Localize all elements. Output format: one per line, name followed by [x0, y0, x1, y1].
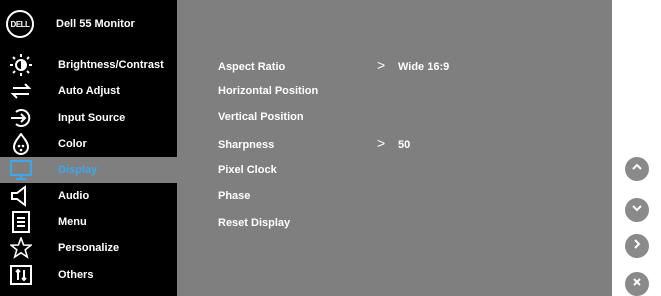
sidebar-item-label: Input Source	[58, 112, 126, 124]
chevron-down-icon	[631, 201, 643, 219]
chevron-up-icon	[631, 160, 643, 178]
option-phase[interactable]: Phase	[218, 190, 250, 202]
aspect-ratio-value: Wide 16:9	[398, 61, 450, 73]
sidebar-item-menu[interactable]: Menu	[0, 209, 177, 235]
sidebar-item-others[interactable]: Others	[0, 262, 177, 288]
option-sharpness[interactable]: Sharpness	[218, 139, 274, 151]
speaker-icon	[10, 185, 32, 207]
sharpness-value: 50	[398, 139, 411, 151]
chevron-right-icon	[631, 237, 643, 255]
brightness-icon	[10, 54, 32, 76]
sidebar-item-label: Display	[58, 164, 98, 176]
option-pixel-clock[interactable]: Pixel Clock	[218, 164, 277, 176]
sidebar-item-label: Brightness/Contrast	[58, 59, 164, 71]
auto-adjust-icon	[10, 80, 32, 102]
sidebar-item-brightness-contrast[interactable]: Brightness/Contrast	[0, 52, 177, 78]
option-reset-display[interactable]: Reset Display	[218, 217, 290, 229]
sidebar: DELL Dell 55 Monitor Brightness/Contrast…	[0, 0, 177, 296]
star-icon	[10, 237, 32, 259]
sidebar-item-label: Color	[58, 138, 87, 150]
option-vertical-position[interactable]: Vertical Position	[218, 111, 304, 123]
chevron-right-icon: >	[377, 135, 386, 151]
nav-close-button[interactable]	[625, 272, 649, 296]
display-icon	[10, 159, 32, 181]
option-aspect-ratio[interactable]: Aspect Ratio	[218, 61, 285, 73]
sidebar-item-label: Audio	[58, 190, 90, 202]
sidebar-item-label: Auto Adjust	[58, 85, 120, 97]
nav-up-button[interactable]	[625, 157, 649, 181]
chevron-right-icon: >	[377, 57, 386, 73]
header: DELL Dell 55 Monitor	[0, 0, 177, 46]
dell-logo: DELL	[6, 10, 34, 38]
close-icon	[631, 275, 643, 293]
sidebar-item-auto-adjust[interactable]: Auto Adjust	[0, 78, 177, 104]
nav-right-button[interactable]	[625, 234, 649, 258]
sidebar-item-personalize[interactable]: Personalize	[0, 235, 177, 261]
sidebar-item-label: Personalize	[58, 242, 120, 254]
sidebar-item-input-source[interactable]: Input Source	[0, 105, 177, 131]
sidebar-item-audio[interactable]: Audio	[0, 183, 177, 209]
input-source-icon	[10, 107, 32, 129]
option-horizontal-position[interactable]: Horizontal Position	[218, 85, 318, 97]
sidebar-item-color[interactable]: Color	[0, 131, 177, 157]
osd-panel: DELL Dell 55 Monitor Brightness/Contrast…	[0, 0, 612, 296]
nav-down-button[interactable]	[625, 198, 649, 222]
others-icon	[10, 264, 32, 286]
sidebar-item-display[interactable]: Display	[0, 157, 177, 183]
menu-icon	[10, 211, 32, 233]
color-palette-icon	[10, 133, 32, 155]
sidebar-item-label: Menu	[58, 216, 87, 228]
monitor-title: Dell 55 Monitor	[56, 18, 135, 30]
sidebar-item-label: Others	[58, 269, 94, 281]
